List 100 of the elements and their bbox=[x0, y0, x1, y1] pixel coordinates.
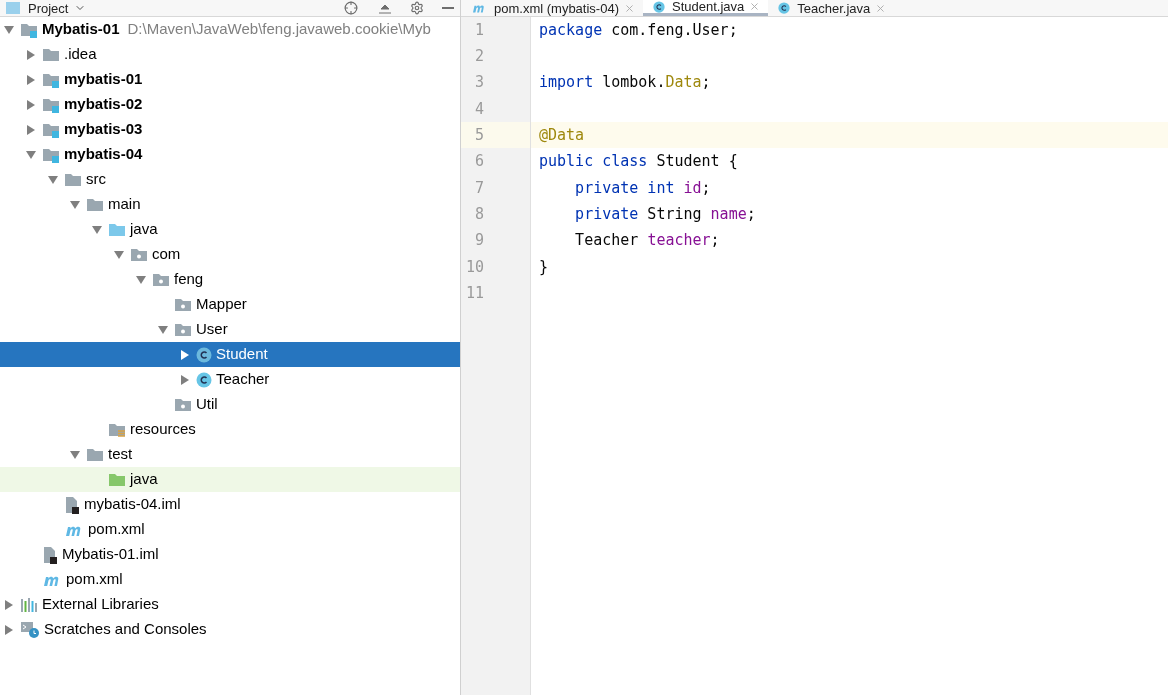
tree-item[interactable]: Mybatis-01.iml bbox=[0, 542, 460, 567]
code-line: public class Student { bbox=[539, 151, 738, 173]
code-line: @Data bbox=[539, 125, 585, 147]
tree-item-label: Mybatis-01 bbox=[42, 19, 120, 40]
editor-tab[interactable]: pom.xml (mybatis-04) bbox=[461, 0, 643, 16]
tree-item-label: Student bbox=[216, 344, 268, 365]
tree-item[interactable]: Teacher bbox=[0, 367, 460, 392]
tree-item[interactable]: Util bbox=[0, 392, 460, 417]
tree-item[interactable]: Mybatis-01 D:\Maven\JavaWeb\feng.javaweb.cookie\Myb bbox=[0, 17, 460, 42]
tree-item[interactable]: src bbox=[0, 167, 460, 192]
folder-icon bbox=[108, 471, 126, 488]
line-number: 1 bbox=[474, 19, 484, 41]
code-line: private int id; bbox=[574, 177, 711, 199]
close-icon[interactable] bbox=[749, 1, 761, 12]
editor-tab[interactable]: Student.java bbox=[642, 0, 769, 16]
collapse-all-icon[interactable] bbox=[378, 2, 392, 14]
module-folder-icon bbox=[42, 71, 60, 88]
code-line: } bbox=[539, 256, 549, 278]
settings-icon[interactable] bbox=[410, 1, 424, 15]
tree-item[interactable]: java bbox=[0, 217, 460, 242]
expanded-arrow-icon[interactable] bbox=[70, 199, 80, 210]
tree-item-label: Util bbox=[196, 394, 218, 415]
collapsed-arrow-icon[interactable] bbox=[26, 99, 36, 110]
resources-folder-icon bbox=[108, 421, 126, 438]
line-number: 3 bbox=[474, 72, 484, 94]
folder-icon bbox=[86, 446, 104, 463]
panel-icon bbox=[6, 2, 20, 14]
libraries-icon bbox=[20, 596, 38, 613]
tree-item[interactable]: Student bbox=[0, 342, 460, 367]
class-icon bbox=[652, 0, 665, 13]
tree-item-label: pom.xml bbox=[66, 569, 123, 590]
expanded-arrow-icon[interactable] bbox=[70, 449, 80, 460]
line-number: 5 bbox=[474, 125, 484, 147]
tree-item[interactable]: resources bbox=[0, 417, 460, 442]
package-icon bbox=[174, 321, 192, 338]
tree-item[interactable]: User bbox=[0, 317, 460, 342]
line-number: 2 bbox=[474, 46, 484, 68]
tree-item[interactable]: pom.xml bbox=[0, 567, 460, 592]
module-folder-icon bbox=[42, 96, 60, 113]
tree-item-label: pom.xml bbox=[88, 519, 145, 540]
tree-item-label: mybatis-02 bbox=[64, 94, 143, 115]
collapsed-arrow-icon[interactable] bbox=[180, 374, 190, 385]
class-icon bbox=[778, 2, 791, 14]
tree-item[interactable]: mybatis-03 bbox=[0, 117, 460, 142]
collapsed-arrow-icon[interactable] bbox=[26, 49, 36, 60]
tree-item[interactable]: Scratches and Consoles bbox=[0, 617, 460, 642]
tree-item-label: mybatis-03 bbox=[64, 119, 143, 140]
tree-item[interactable]: pom.xml bbox=[0, 517, 460, 542]
tree-item[interactable]: External Libraries bbox=[0, 592, 460, 617]
tree-item[interactable]: feng bbox=[0, 267, 460, 292]
tree-item-label: test bbox=[108, 444, 133, 465]
folder-icon bbox=[86, 196, 104, 213]
minimize-icon[interactable] bbox=[442, 6, 454, 10]
line-number: 4 bbox=[474, 98, 484, 120]
tree-item[interactable]: mybatis-04 bbox=[0, 142, 460, 167]
tree-item[interactable]: com bbox=[0, 242, 460, 267]
tree-item-label: Teacher bbox=[216, 369, 270, 390]
tree-item-label: External Libraries bbox=[42, 594, 159, 615]
tree-item[interactable]: mybatis-04.iml bbox=[0, 492, 460, 517]
package-icon bbox=[130, 246, 148, 263]
expanded-arrow-icon[interactable] bbox=[136, 274, 146, 285]
tree-item[interactable]: main bbox=[0, 192, 460, 217]
expanded-arrow-icon[interactable] bbox=[114, 249, 124, 260]
tree-item-label: mybatis-04.iml bbox=[84, 494, 181, 515]
collapsed-arrow-icon[interactable] bbox=[26, 124, 36, 135]
tree-item-label: .idea bbox=[64, 44, 97, 65]
tree-item-label: mybatis-01 bbox=[64, 69, 143, 90]
tree-item-label: src bbox=[86, 169, 106, 190]
package-icon bbox=[174, 396, 192, 413]
collapsed-arrow-icon[interactable] bbox=[26, 74, 36, 85]
package-icon bbox=[152, 271, 170, 288]
collapsed-arrow-icon[interactable] bbox=[180, 349, 190, 360]
locate-icon[interactable] bbox=[344, 1, 358, 15]
file-icon bbox=[64, 495, 80, 514]
tree-item[interactable]: java bbox=[0, 467, 460, 492]
code-line: private String name; bbox=[574, 203, 756, 225]
tree-item[interactable]: mybatis-01 bbox=[0, 67, 460, 92]
expanded-arrow-icon[interactable] bbox=[26, 149, 36, 160]
folder-icon bbox=[64, 171, 82, 188]
collapsed-arrow-icon[interactable] bbox=[4, 624, 14, 635]
panel-title[interactable]: Project bbox=[28, 1, 69, 15]
module-folder-icon bbox=[20, 21, 38, 38]
collapsed-arrow-icon[interactable] bbox=[4, 599, 14, 610]
code-line: package com.feng.User; bbox=[539, 19, 738, 41]
module-folder-icon bbox=[42, 121, 60, 138]
tree-item[interactable]: .idea bbox=[0, 42, 460, 67]
code-line: Teacher teacher; bbox=[574, 230, 720, 252]
expanded-arrow-icon[interactable] bbox=[92, 224, 102, 235]
tree-item[interactable]: mybatis-02 bbox=[0, 92, 460, 117]
module-folder-icon bbox=[42, 146, 60, 163]
line-number: 10 bbox=[465, 256, 484, 278]
expanded-arrow-icon[interactable] bbox=[4, 24, 14, 35]
tree-item[interactable]: Mapper bbox=[0, 292, 460, 317]
editor-tab[interactable]: Teacher.java bbox=[768, 0, 895, 16]
expanded-arrow-icon[interactable] bbox=[48, 174, 58, 185]
tree-item-label: Scratches and Consoles bbox=[44, 619, 207, 640]
class-icon bbox=[196, 371, 212, 388]
expanded-arrow-icon[interactable] bbox=[158, 324, 168, 335]
tree-item[interactable]: test bbox=[0, 442, 460, 467]
tree-item-label: com bbox=[152, 244, 181, 265]
